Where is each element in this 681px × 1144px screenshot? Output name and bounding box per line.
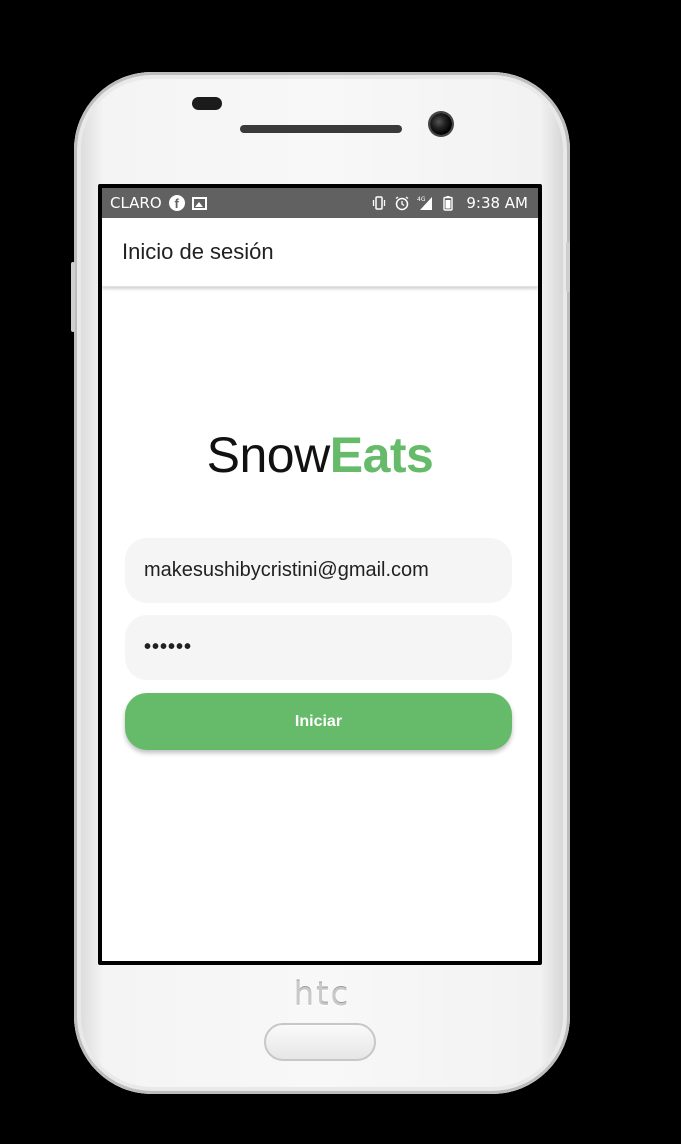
image-icon [191, 196, 207, 210]
email-field[interactable]: makesushibycristini@gmail.com [125, 538, 512, 603]
app-bar: Inicio de sesión [102, 218, 538, 287]
status-left: CLARO f [110, 194, 207, 212]
brand-logo: htc [293, 975, 351, 1013]
proximity-sensor [192, 97, 222, 110]
phone-frame: CLARO f 4G 9:38 AM Inicio de sesión Snow… [71, 72, 570, 1094]
front-camera [430, 113, 452, 135]
email-value: makesushibycristini@gmail.com [144, 559, 429, 581]
screen-bezel: CLARO f 4G 9:38 AM Inicio de sesión Snow… [98, 184, 542, 965]
app-display: CLARO f 4G 9:38 AM Inicio de sesión Snow… [102, 188, 538, 961]
earpiece-speaker [240, 125, 402, 133]
power-button [566, 242, 570, 292]
status-time: 9:38 AM [466, 194, 528, 212]
status-bar: CLARO f 4G 9:38 AM [102, 188, 538, 218]
page-title: Inicio de sesión [122, 239, 274, 264]
carrier-name: CLARO [110, 194, 162, 212]
signal-4g-icon: 4G [417, 196, 433, 210]
logo-eats: Eats [329, 427, 434, 483]
logo-snow: Snow [206, 427, 331, 483]
alarm-icon [395, 196, 409, 211]
login-button[interactable]: Iniciar [125, 693, 512, 750]
facebook-icon: f [168, 195, 185, 211]
home-button[interactable] [264, 1023, 376, 1061]
svg-text:4G: 4G [417, 196, 426, 203]
app-logo: SnowEats [102, 426, 538, 484]
battery-icon [443, 196, 454, 211]
password-field[interactable]: •••••• [125, 615, 512, 680]
volume-button [71, 262, 75, 332]
status-right: 4G 9:38 AM [371, 194, 528, 212]
password-value: •••••• [144, 636, 193, 658]
login-button-label: Iniciar [294, 712, 343, 730]
vibrate-icon [373, 196, 386, 210]
